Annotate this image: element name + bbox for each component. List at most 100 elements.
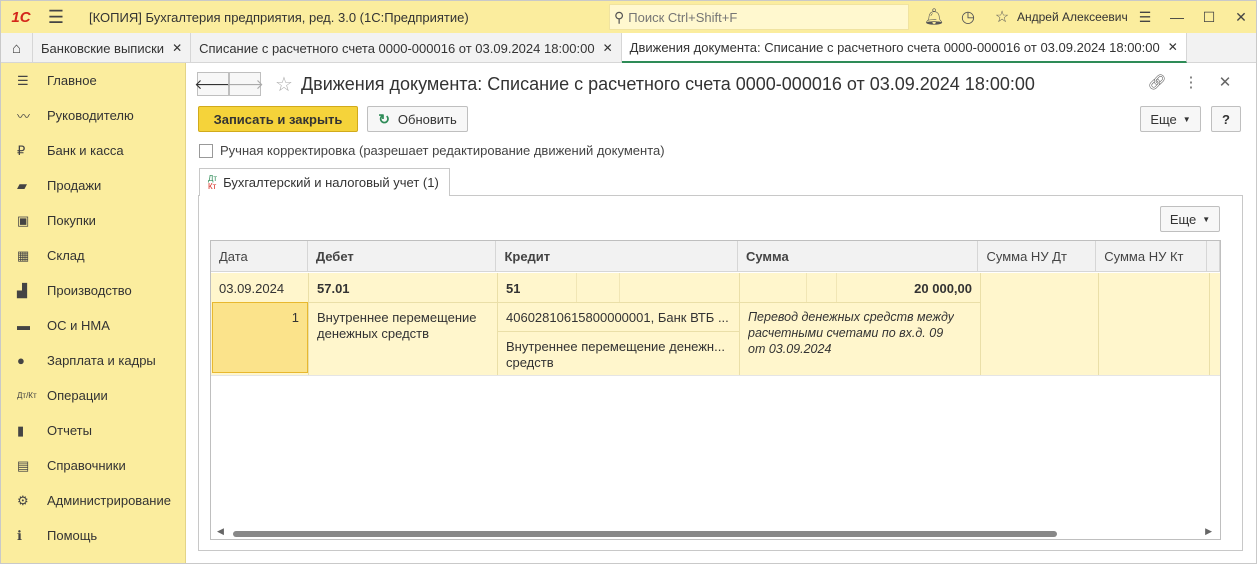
truck-icon: ▬: [17, 318, 30, 333]
main-menu-icon[interactable]: ☰: [41, 7, 71, 28]
dropdown-arrow-icon: ▼: [1202, 214, 1211, 224]
sidebar-item-help[interactable]: ℹ Помощь: [1, 518, 185, 553]
help-button[interactable]: ?: [1211, 106, 1241, 132]
tab-accounting[interactable]: Дт Кт Бухгалтерский и налоговый учет (1): [199, 168, 450, 196]
chart-line-icon: 〰: [17, 109, 31, 124]
sidebar-item-label: Банк и касса: [47, 143, 124, 158]
refresh-label: Обновить: [397, 111, 457, 127]
column-amount-tax-dt[interactable]: Сумма НУ Дт: [978, 241, 1097, 272]
app-title: [КОПИЯ] Бухгалтерия предприятия, ред. 3.…: [89, 9, 469, 25]
column-credit[interactable]: Кредит: [496, 241, 738, 272]
column-amount[interactable]: Сумма: [738, 241, 979, 272]
close-form-icon[interactable]: ✕: [1208, 73, 1242, 91]
tab-accounting-label: Бухгалтерский и налоговый учет (1): [223, 175, 439, 190]
scroll-left-icon[interactable]: ◀: [217, 526, 224, 537]
sidebar-item-label: Зарплата и кадры: [47, 353, 156, 368]
sidebar-item-warehouse[interactable]: ▦ Склад: [1, 238, 185, 273]
cell-debit-account: 57.01: [317, 281, 350, 296]
sidebar-item-production[interactable]: ▟ Производство: [1, 273, 185, 308]
sidebar-item-label: Помощь: [47, 528, 98, 543]
person-icon: ●: [17, 353, 25, 368]
cell-credit-subconto-2-line2: средств: [506, 355, 554, 370]
tab-document-movements[interactable]: Движения документа: Списание с расчетног…: [621, 33, 1187, 63]
1c-logo: 1С: [11, 8, 31, 26]
sidebar-item-label: Покупки: [47, 213, 96, 228]
sidebar-item-operations[interactable]: Дт/Кт Операции: [1, 378, 185, 413]
sidebar-item-label: Администрирование: [47, 493, 171, 508]
help-icon: ℹ: [17, 527, 22, 543]
sidebar-item-label: Отчеты: [47, 423, 92, 438]
cart-icon: ▣: [17, 212, 30, 228]
grid-more-button[interactable]: Еще ▼: [1160, 206, 1220, 232]
sidebar-item-admin[interactable]: ⚙ Администрирование: [1, 483, 185, 518]
cell-debit-subconto-1: Внутреннее перемещение: [317, 310, 477, 325]
menu-icon: ☰: [17, 72, 29, 88]
column-date[interactable]: Дата: [211, 241, 308, 272]
ruble-icon: ₽: [17, 142, 26, 158]
sidebar-item-purchases[interactable]: ▣ Покупки: [1, 203, 185, 238]
app-window: 1С ☰ [КОПИЯ] Бухгалтерия предприятия, ре…: [0, 0, 1257, 564]
tab-bank-statements[interactable]: Банковские выписки ✕: [33, 33, 192, 63]
cell-credit-account: 51: [506, 281, 521, 296]
tab-close-icon[interactable]: ✕: [603, 41, 613, 55]
column-amount-tax-kt[interactable]: Сумма НУ Кт: [1096, 241, 1208, 272]
sidebar-item-assets[interactable]: ▬ ОС и НМА: [1, 308, 185, 343]
minimize-icon[interactable]: —: [1161, 9, 1193, 25]
link-icon[interactable]: 🔗︎: [1140, 73, 1174, 91]
accounting-panel: Еще ▼ Дата Дебет Кредит Сумма Сумма НУ Дт…: [198, 195, 1243, 551]
sidebar-item-salary[interactable]: ● Зарплата и кадры: [1, 343, 185, 378]
sidebar-item-management[interactable]: 〰 Руководителю: [1, 98, 185, 133]
gear-icon: ⚙: [17, 492, 29, 508]
sidebar: ☰ Главное 〰 Руководителю ₽ Банк и касса ▰ Пр…: [1, 63, 186, 563]
more-label: Еще: [1169, 211, 1197, 227]
dt-kt-icon: Дт Кт: [208, 173, 218, 191]
sidebar-item-main[interactable]: ☰ Главное: [1, 63, 185, 98]
sidebar-item-label: Склад: [47, 248, 85, 263]
sidebar-item-label: Руководителю: [47, 108, 134, 123]
tab-close-icon[interactable]: ✕: [172, 41, 182, 55]
movements-table[interactable]: Дата Дебет Кредит Сумма Сумма НУ Дт Сумм…: [210, 240, 1221, 540]
history-icon[interactable]: ◷: [951, 7, 985, 27]
more-button[interactable]: Еще ▼: [1140, 106, 1201, 132]
star-icon[interactable]: ☆: [985, 7, 1019, 27]
sidebar-item-sales[interactable]: ▰ Продажи: [1, 168, 185, 203]
more-label: Еще: [1150, 111, 1177, 127]
back-button[interactable]: 🡐: [194, 72, 232, 96]
scrollbar-thumb[interactable]: [233, 531, 1057, 537]
save-and-close-button[interactable]: Записать и закрыть: [198, 106, 358, 132]
sidebar-item-reports[interactable]: ▮ Отчеты: [1, 413, 185, 448]
cell-credit-subconto-1: 40602810615800000001, Банк ВТБ ...: [506, 310, 729, 325]
tab-payment-document[interactable]: Списание с расчетного счета 0000-000016 …: [191, 33, 622, 63]
column-extra: [1207, 241, 1220, 272]
manual-edit-label: Ручная корректировка (разрешает редактир…: [220, 143, 665, 158]
bell-icon[interactable]: 🔔︎: [917, 7, 951, 27]
tab-close-icon[interactable]: ✕: [1168, 40, 1178, 54]
close-icon[interactable]: ✕: [1225, 9, 1257, 26]
search-icon: ⚲: [614, 8, 625, 25]
home-icon[interactable]: ⌂: [1, 33, 33, 63]
settings-menu-icon[interactable]: ☰: [1129, 9, 1161, 26]
scroll-right-icon[interactable]: ▶: [1205, 526, 1212, 537]
search-input[interactable]: [628, 9, 889, 25]
checkbox-box[interactable]: [199, 143, 213, 158]
sidebar-item-bank[interactable]: ₽ Банк и касса: [1, 133, 185, 168]
horizontal-scrollbar[interactable]: ◀ ▶: [211, 525, 1220, 539]
more-vert-icon[interactable]: ⋮: [1174, 73, 1208, 91]
sidebar-item-label: Справочники: [47, 458, 126, 473]
cell-line-number: 1: [291, 310, 299, 325]
tab-bar: ⌂ Банковские выписки ✕ Списание с расчетн…: [1, 33, 1256, 63]
manual-edit-checkbox[interactable]: Ручная корректировка (разрешает редактир…: [199, 143, 665, 158]
column-debit[interactable]: Дебет: [308, 241, 497, 272]
maximize-icon[interactable]: ☐: [1193, 9, 1225, 26]
refresh-button[interactable]: ↻ Обновить: [367, 106, 468, 132]
favorite-star-icon[interactable]: ☆: [275, 72, 293, 97]
user-name[interactable]: Андрей Алексеевич: [1017, 1, 1128, 33]
forward-button[interactable]: 🡒: [226, 72, 264, 96]
sidebar-item-label: Операции: [47, 388, 108, 403]
sidebar-item-label: Производство: [47, 283, 132, 298]
cell-date: 03.09.2024: [219, 281, 285, 296]
warehouse-icon: ▦: [17, 247, 30, 263]
bar-chart-icon: ▮: [17, 422, 25, 438]
sidebar-item-catalogs[interactable]: ▤ Справочники: [1, 448, 185, 483]
search-box[interactable]: ⚲: [609, 4, 909, 30]
